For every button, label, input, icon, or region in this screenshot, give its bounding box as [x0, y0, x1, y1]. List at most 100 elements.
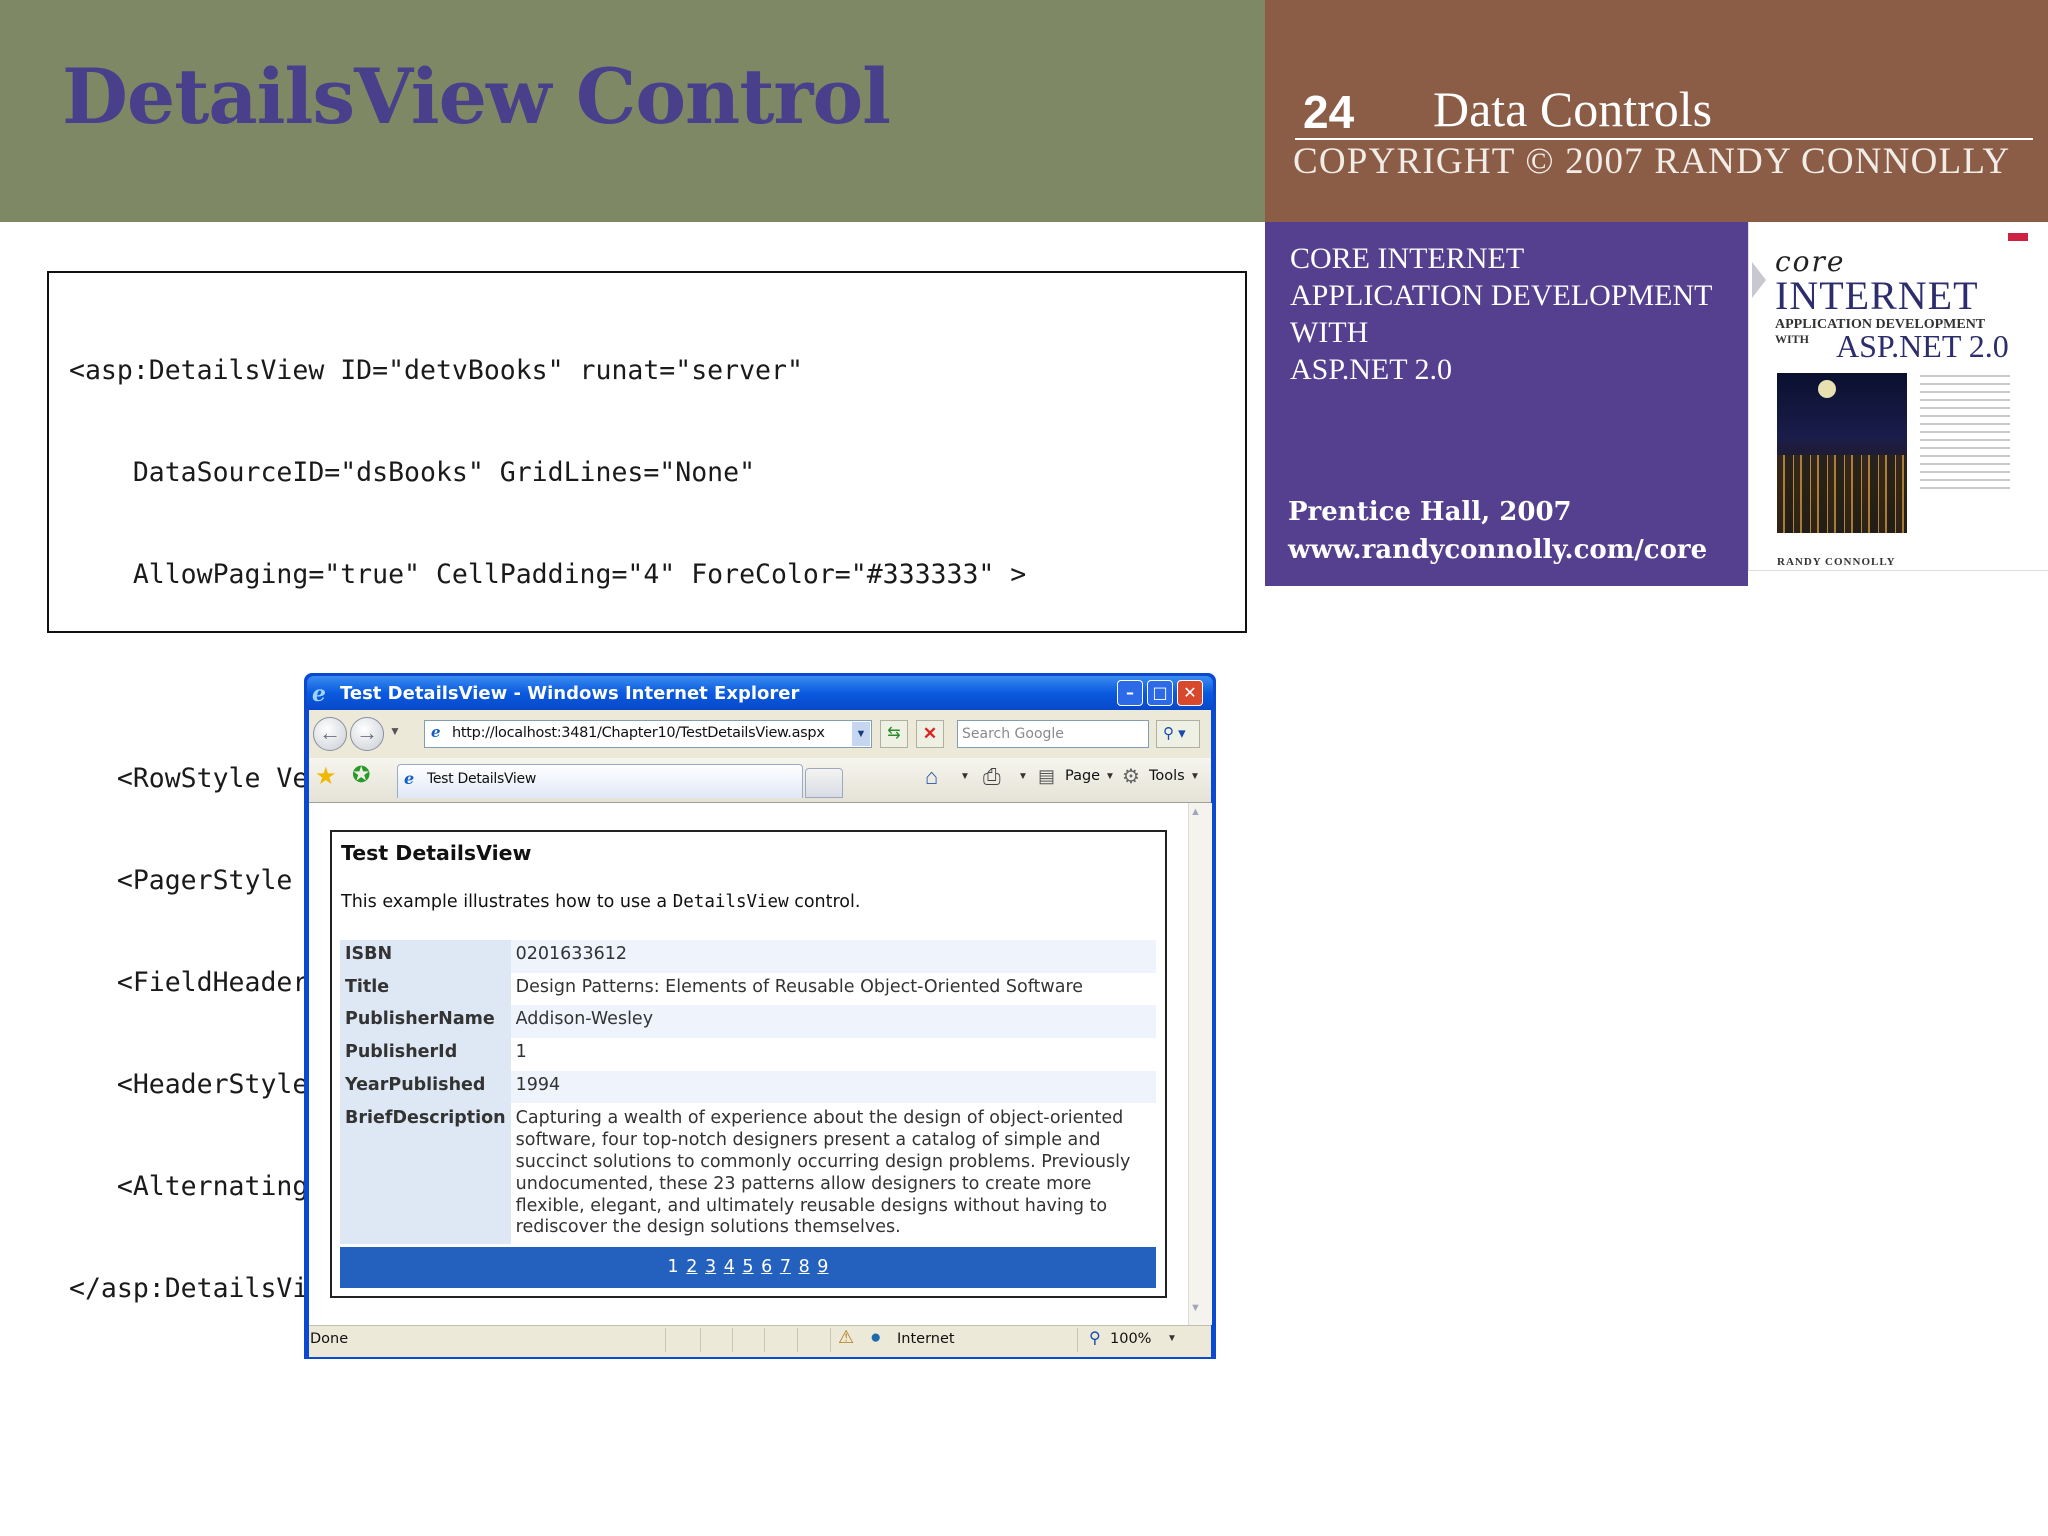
stop-icon[interactable]: ✕	[916, 720, 944, 748]
new-tab-button[interactable]	[805, 768, 843, 798]
back-arrow-icon[interactable]: ←	[313, 717, 347, 751]
pager-link[interactable]: 9	[817, 1257, 828, 1277]
status-divider	[764, 1328, 765, 1352]
pager-link[interactable]: 4	[724, 1257, 735, 1277]
security-zone[interactable]: Internet	[897, 1331, 955, 1347]
code-line: AllowPaging="true" CellPadding="4" ForeC…	[69, 559, 1027, 590]
refresh-icon[interactable]: ⇆	[880, 720, 908, 748]
publisher-logo-icon	[2008, 233, 2028, 241]
field-value: 1	[510, 1038, 1156, 1071]
page-description: This example illustrates how to use a De…	[341, 892, 860, 912]
address-dropdown-icon[interactable]: ▼	[852, 722, 870, 746]
book-title-line: WITH	[1290, 316, 1369, 349]
cover-internet-text: INTERNET	[1775, 273, 1979, 318]
tools-menu[interactable]: Tools	[1149, 768, 1185, 784]
field-value: Capturing a wealth of experience about t…	[510, 1103, 1156, 1245]
page-menu[interactable]: Page	[1065, 768, 1100, 784]
description-text: This example illustrates how to use a	[341, 892, 673, 912]
address-url[interactable]: http://localhost:3481/Chapter10/TestDeta…	[452, 725, 825, 741]
magnifier-icon[interactable]: ⚲ ▾	[1156, 720, 1200, 748]
copyright-notice: COPYRIGHT © 2007 RANDY CONNOLLY	[1293, 141, 2011, 182]
internet-explorer-icon: e	[312, 681, 326, 707]
print-dropdown-icon[interactable]: ▼	[1018, 771, 1028, 782]
page-heading: Test DetailsView	[341, 841, 532, 865]
pager-link[interactable]: 7	[780, 1257, 791, 1277]
tab-label[interactable]: Test DetailsView	[427, 771, 536, 787]
pager-link[interactable]: 5	[742, 1257, 753, 1277]
table-row: PublisherName Addison-Wesley	[340, 1005, 1156, 1039]
code-line: <asp:DetailsView ID="detvBooks" runat="s…	[69, 355, 803, 386]
cover-with-text: WITH	[1775, 332, 1810, 346]
cover-asp-text: ASP.NET 2.0	[1836, 328, 2009, 364]
field-header: YearPublished	[340, 1070, 511, 1104]
description-code: DetailsView	[672, 892, 789, 912]
tab-favicon-icon: e	[404, 769, 415, 788]
pager: 1 2 3 4 5 6 7 8 9	[340, 1247, 1156, 1288]
pager-current-page: 1	[667, 1257, 679, 1277]
vertical-scrollbar[interactable]	[1188, 803, 1212, 1325]
home-icon[interactable]: ⌂	[925, 764, 938, 790]
star-icon[interactable]: ★	[315, 762, 337, 791]
field-value: Design Patterns: Elements of Reusable Ob…	[510, 972, 1156, 1006]
table-row: YearPublished 1994	[340, 1070, 1156, 1104]
page-dropdown-icon[interactable]: ▼	[1105, 771, 1115, 782]
history-dropdown-icon[interactable]: ▼	[389, 724, 401, 738]
home-dropdown-icon[interactable]: ▼	[960, 771, 970, 782]
search-placeholder[interactable]: Search Google	[962, 726, 1064, 742]
field-header: PublisherName	[340, 1005, 511, 1039]
slide-number: 24	[1303, 86, 1355, 138]
slide-title: DetailsView Control	[62, 52, 891, 141]
status-divider	[700, 1328, 701, 1352]
pager-link[interactable]: 2	[686, 1257, 697, 1277]
minimize-button[interactable]: –	[1117, 680, 1143, 706]
pager-link[interactable]: 6	[761, 1257, 772, 1277]
cover-moon	[1818, 380, 1836, 398]
field-header: ISBN	[340, 940, 511, 973]
section-title: Data Controls	[1433, 81, 1713, 137]
cover-arrow-icon	[1752, 262, 1766, 298]
pager-link[interactable]: 8	[799, 1257, 810, 1277]
zoom-level[interactable]: 100%	[1110, 1331, 1151, 1347]
cover-blurb	[1920, 375, 2010, 495]
book-url: www.randyconnolly.com/core	[1288, 535, 1708, 565]
book-title-line: CORE INTERNET	[1290, 242, 1525, 275]
details-view: ISBN 0201633612 Title Design Patterns: E…	[340, 940, 1156, 1245]
book-title: CORE INTERNET APPLICATION DEVELOPMENT WI…	[1290, 240, 1750, 388]
printer-icon[interactable]: ⎙	[983, 764, 1001, 790]
status-divider	[732, 1328, 733, 1352]
page-favicon-icon: e	[431, 723, 441, 741]
add-favorite-icon[interactable]: ✪	[352, 762, 370, 788]
cover-city-lights	[1777, 455, 1907, 533]
book-title-line: ASP.NET 2.0	[1290, 353, 1452, 386]
zoom-dropdown-icon[interactable]: ▼	[1167, 1333, 1177, 1344]
window-title: Test DetailsView - Windows Internet Expl…	[340, 683, 800, 704]
scroll-down-icon[interactable]: ▼	[1190, 1302, 1201, 1314]
status-divider	[1077, 1328, 1078, 1352]
field-value: Addison-Wesley	[510, 1005, 1156, 1039]
status-bar	[309, 1325, 1211, 1357]
zoom-icon[interactable]: ⚲	[1089, 1328, 1101, 1348]
book-publisher-block: Prentice Hall, 2007 www.randyconnolly.co…	[1288, 493, 1707, 569]
forward-arrow-icon[interactable]: →	[350, 717, 384, 751]
lock-warning-icon[interactable]: ⚠	[838, 1327, 854, 1348]
status-divider	[830, 1328, 831, 1352]
book-publisher: Prentice Hall, 2007	[1288, 497, 1572, 527]
gear-icon[interactable]: ⚙	[1122, 764, 1140, 789]
table-row: Title Design Patterns: Elements of Reusa…	[340, 972, 1156, 1006]
close-button[interactable]: ✕	[1177, 680, 1203, 706]
field-header: PublisherId	[340, 1038, 511, 1071]
cover-author: RANDY CONNOLLY	[1777, 556, 1896, 568]
table-row: PublisherId 1	[340, 1038, 1156, 1071]
field-value: 1994	[510, 1070, 1156, 1104]
maximize-button[interactable]: □	[1147, 680, 1173, 706]
globe-icon: ●	[870, 1327, 882, 1348]
scroll-up-icon[interactable]: ▲	[1190, 806, 1201, 818]
field-header: Title	[340, 972, 511, 1006]
pager-link[interactable]: 3	[705, 1257, 716, 1277]
book-title-line: APPLICATION DEVELOPMENT	[1290, 279, 1713, 312]
tools-dropdown-icon[interactable]: ▼	[1190, 771, 1200, 782]
field-header: BriefDescription	[340, 1103, 511, 1245]
code-line: DataSourceID="dsBooks" GridLines="None"	[69, 457, 756, 488]
page-icon[interactable]: ▤	[1038, 766, 1055, 787]
description-text-end: control.	[788, 892, 861, 912]
